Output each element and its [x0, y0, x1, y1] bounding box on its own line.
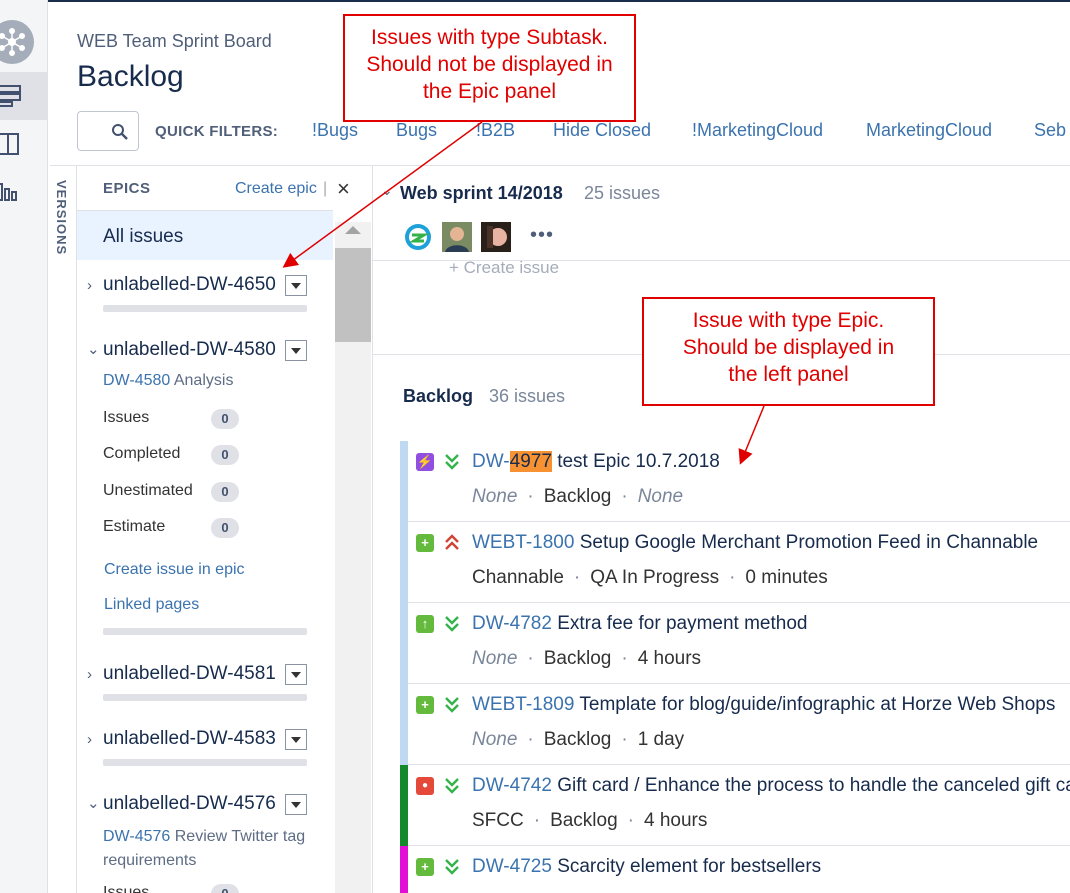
callout-epic-note: Issue with type Epic. Should be displaye… [642, 297, 935, 406]
arrow-to-epic-issue [738, 405, 765, 465]
arrow-to-epic-panel [282, 121, 483, 268]
annotation-arrows [282, 121, 765, 465]
callout-subtask-note: Issues with type Subtask. Should not be … [343, 14, 636, 122]
